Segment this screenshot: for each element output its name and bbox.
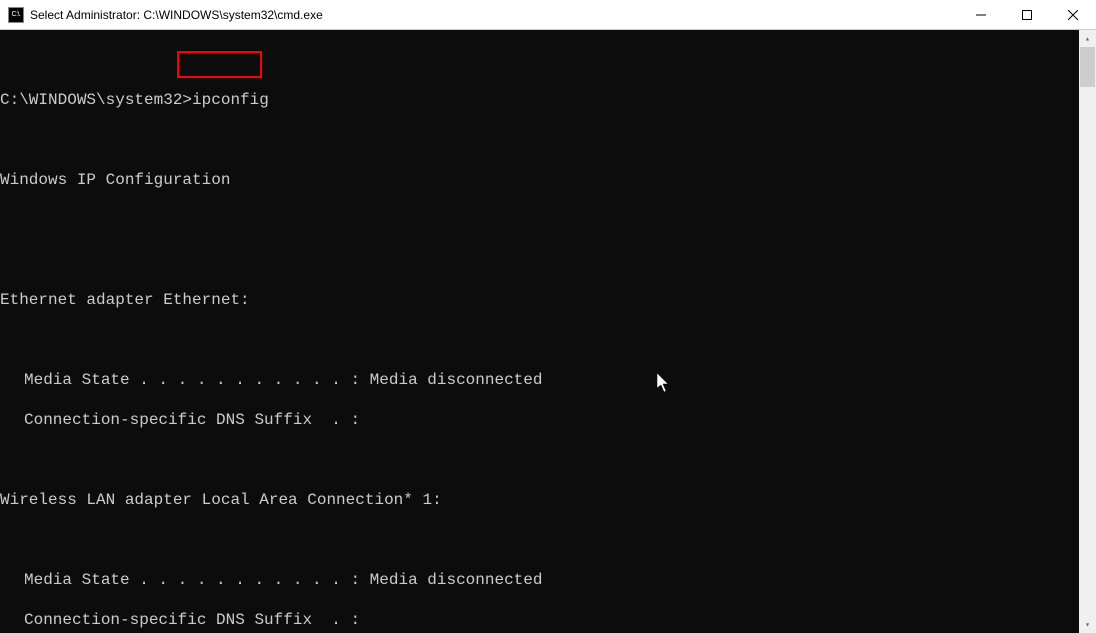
prompt-path: C:\WINDOWS\system32>: [0, 91, 192, 109]
scroll-down-arrow-icon[interactable]: ▾: [1079, 616, 1096, 633]
scroll-up-arrow-icon[interactable]: ▴: [1079, 30, 1096, 47]
window-controls: [958, 0, 1096, 29]
minimize-button[interactable]: [958, 0, 1004, 29]
adapter-row: Media State . . . . . . . . . . . : Medi…: [0, 570, 1079, 590]
window-titlebar: C:\. Select Administrator: C:\WINDOWS\sy…: [0, 0, 1096, 30]
output-header: Windows IP Configuration: [0, 170, 1079, 190]
terminal-output[interactable]: C:\WINDOWS\system32>ipconfig Windows IP …: [0, 30, 1079, 633]
adapter-row: Connection-specific DNS Suffix . :: [0, 610, 1079, 630]
vertical-scrollbar[interactable]: ▴ ▾: [1079, 30, 1096, 633]
cmd-icon: C:\.: [8, 7, 24, 23]
maximize-button[interactable]: [1004, 0, 1050, 29]
adapter-name: Ethernet adapter Ethernet:: [0, 290, 1079, 310]
adapter-name: Wireless LAN adapter Local Area Connecti…: [0, 490, 1079, 510]
window-title: Select Administrator: C:\WINDOWS\system3…: [30, 8, 958, 22]
scrollbar-thumb[interactable]: [1080, 47, 1095, 87]
close-button[interactable]: [1050, 0, 1096, 29]
terminal-area: C:\WINDOWS\system32>ipconfig Windows IP …: [0, 30, 1096, 633]
adapter-row: Connection-specific DNS Suffix . :: [0, 410, 1079, 430]
command-text: ipconfig: [192, 91, 269, 109]
adapter-row: Media State . . . . . . . . . . . : Medi…: [0, 370, 1079, 390]
